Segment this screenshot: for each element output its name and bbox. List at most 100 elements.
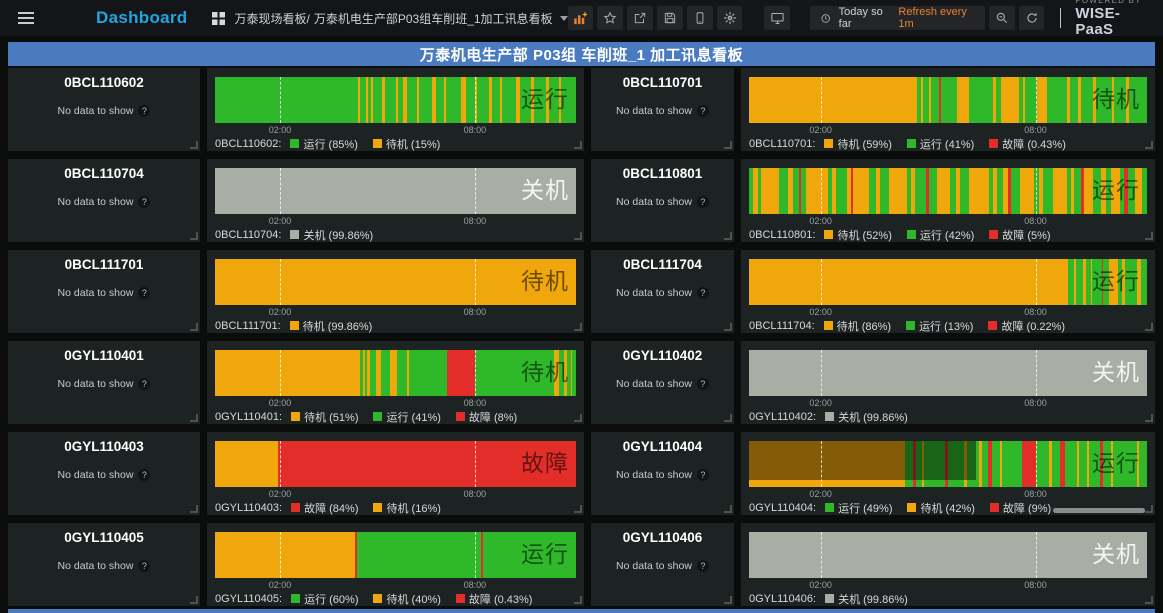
legend-item[interactable]: 待机 (16%) <box>373 500 440 516</box>
legend-item[interactable]: 待机 (15%) <box>373 136 440 152</box>
help-icon[interactable]: ? <box>697 105 709 117</box>
legend-item[interactable]: 故障 (84%) <box>291 500 358 516</box>
legend-item[interactable]: 待机 (99.86%) <box>290 318 373 334</box>
help-icon[interactable]: ? <box>138 378 150 390</box>
legend-label: 待机 (86%) <box>837 318 891 334</box>
top-navbar: Dashboard 万泰现场看板/ 万泰机电生产部P03组车削班_1加工讯息看板 <box>0 0 1163 36</box>
time-gridline <box>280 350 281 396</box>
status-timeline-bar[interactable]: 运行 <box>749 259 1147 305</box>
mobile-view-button[interactable] <box>687 6 713 30</box>
status-timeline-bar[interactable]: 运行 <box>749 441 1147 487</box>
dropdown-caret-icon <box>560 16 568 21</box>
legend-label: 运行 (42%) <box>920 227 974 243</box>
legend-item[interactable]: 待机 (52%) <box>824 227 891 243</box>
horizontal-scrollbar-thumb[interactable] <box>1053 508 1145 513</box>
no-data-message: No data to show? <box>8 469 200 481</box>
timeline-segment <box>1011 168 1020 214</box>
status-timeline-bar[interactable]: 运行 <box>215 77 576 123</box>
app-logo[interactable]: Dashboard <box>96 8 188 28</box>
legend-item[interactable]: 运行 (41%) <box>907 136 974 152</box>
status-timeline-bar[interactable]: 关机 <box>749 532 1147 578</box>
legend-item[interactable]: 故障 (0.43%) <box>456 591 533 607</box>
legend-item[interactable]: 故障 (5%) <box>989 227 1050 243</box>
no-data-text: No data to show <box>616 105 692 117</box>
timeline-segment <box>1002 441 1022 487</box>
help-icon[interactable]: ? <box>697 560 709 572</box>
current-status-label: 故障 <box>521 452 569 475</box>
help-icon[interactable]: ? <box>138 469 150 481</box>
legend-item[interactable]: 关机 (99.86%) <box>825 591 908 607</box>
status-timeline-bar[interactable]: 关机 <box>749 350 1147 396</box>
dashboard-grid-icon[interactable] <box>212 12 225 25</box>
star-button[interactable] <box>597 6 623 30</box>
help-icon[interactable]: ? <box>697 196 709 208</box>
no-data-message: No data to show? <box>591 287 734 299</box>
machine-title-panel: 0BCL111704No data to show? <box>591 250 734 333</box>
add-panel-button[interactable] <box>568 6 594 30</box>
time-axis: 02:0008:00 <box>749 396 1147 409</box>
refresh-icon <box>1025 11 1039 25</box>
legend-item[interactable]: 待机 (42%) <box>907 500 974 516</box>
legend-item[interactable]: 运行 (49%) <box>825 500 892 516</box>
legend-item[interactable]: 运行 (60%) <box>291 591 358 607</box>
no-data-text: No data to show <box>616 196 692 208</box>
breadcrumb[interactable]: 万泰现场看板/ 万泰机电生产部P03组车削班_1加工讯息看板 <box>235 10 568 27</box>
timeline-segments <box>749 168 1147 214</box>
legend: 0GYL110406:关机 (99.86%) <box>749 591 1147 606</box>
breadcrumb-folder[interactable]: 万泰现场看板/ <box>235 10 310 27</box>
help-icon[interactable]: ? <box>697 469 709 481</box>
timeline-segment <box>929 168 937 214</box>
time-range-picker[interactable]: Today so far Refresh every 1m <box>810 6 985 30</box>
time-gridline <box>821 168 822 214</box>
status-timeline-bar[interactable]: 运行 <box>749 168 1147 214</box>
save-button[interactable] <box>657 6 683 30</box>
legend-item[interactable]: 关机 (99.86%) <box>290 227 373 243</box>
legend-swatch <box>824 321 833 330</box>
legend-item[interactable]: 待机 (59%) <box>824 136 891 152</box>
timeline-segment <box>1043 168 1053 214</box>
time-axis: 02:0008:00 <box>215 578 576 591</box>
legend-item[interactable]: 待机 (51%) <box>291 409 358 425</box>
legend-label: 故障 (8%) <box>469 409 517 425</box>
status-timeline-bar[interactable]: 待机 <box>215 350 576 396</box>
legend-item[interactable]: 运行 (13%) <box>906 318 973 334</box>
help-icon[interactable]: ? <box>138 287 150 299</box>
legend-item[interactable]: 运行 (41%) <box>373 409 440 425</box>
time-gridline <box>1036 350 1037 396</box>
legend-item[interactable]: 运行 (42%) <box>907 227 974 243</box>
legend-item[interactable]: 故障 (8%) <box>456 409 517 425</box>
no-data-message: No data to show? <box>8 560 200 572</box>
legend-item[interactable]: 故障 (9%) <box>990 500 1051 516</box>
help-icon[interactable]: ? <box>697 287 709 299</box>
legend-label: 待机 (51%) <box>304 409 358 425</box>
legend-label: 关机 (99.86%) <box>838 409 908 425</box>
timeline-segment <box>407 77 417 123</box>
menu-icon[interactable] <box>18 12 34 24</box>
legend-item[interactable]: 待机 (86%) <box>824 318 891 334</box>
status-timeline-bar[interactable]: 待机 <box>215 259 576 305</box>
settings-button[interactable] <box>717 6 743 30</box>
legend-item[interactable]: 待机 (40%) <box>373 591 440 607</box>
status-timeline-bar[interactable]: 待机 <box>749 77 1147 123</box>
tv-mode-button[interactable] <box>764 6 790 30</box>
status-timeline-bar[interactable]: 运行 <box>215 532 576 578</box>
legend-item[interactable]: 关机 (99.86%) <box>825 409 908 425</box>
status-timeline-bar[interactable]: 故障 <box>215 441 576 487</box>
dashboard-screen: Dashboard 万泰现场看板/ 万泰机电生产部P03组车削班_1加工讯息看板 <box>0 0 1163 613</box>
legend-label: 运行 (49%) <box>838 500 892 516</box>
refresh-button[interactable] <box>1019 6 1045 30</box>
status-timeline-bar[interactable]: 关机 <box>215 168 576 214</box>
share-button[interactable] <box>627 6 653 30</box>
zoom-out-button[interactable] <box>989 6 1015 30</box>
breadcrumb-dashboard[interactable]: 万泰机电生产部P03组车削班_1加工讯息看板 <box>314 10 553 27</box>
help-icon[interactable]: ? <box>138 196 150 208</box>
legend-item[interactable]: 故障 (0.43%) <box>989 136 1066 152</box>
star-icon <box>603 11 617 25</box>
legend-item[interactable]: 故障 (0.22%) <box>988 318 1065 334</box>
help-icon[interactable]: ? <box>697 378 709 390</box>
help-icon[interactable]: ? <box>138 560 150 572</box>
axis-tick-label: 02:00 <box>809 489 832 499</box>
help-icon[interactable]: ? <box>138 105 150 117</box>
timeline-segment <box>436 77 444 123</box>
legend-item[interactable]: 运行 (85%) <box>290 136 357 152</box>
